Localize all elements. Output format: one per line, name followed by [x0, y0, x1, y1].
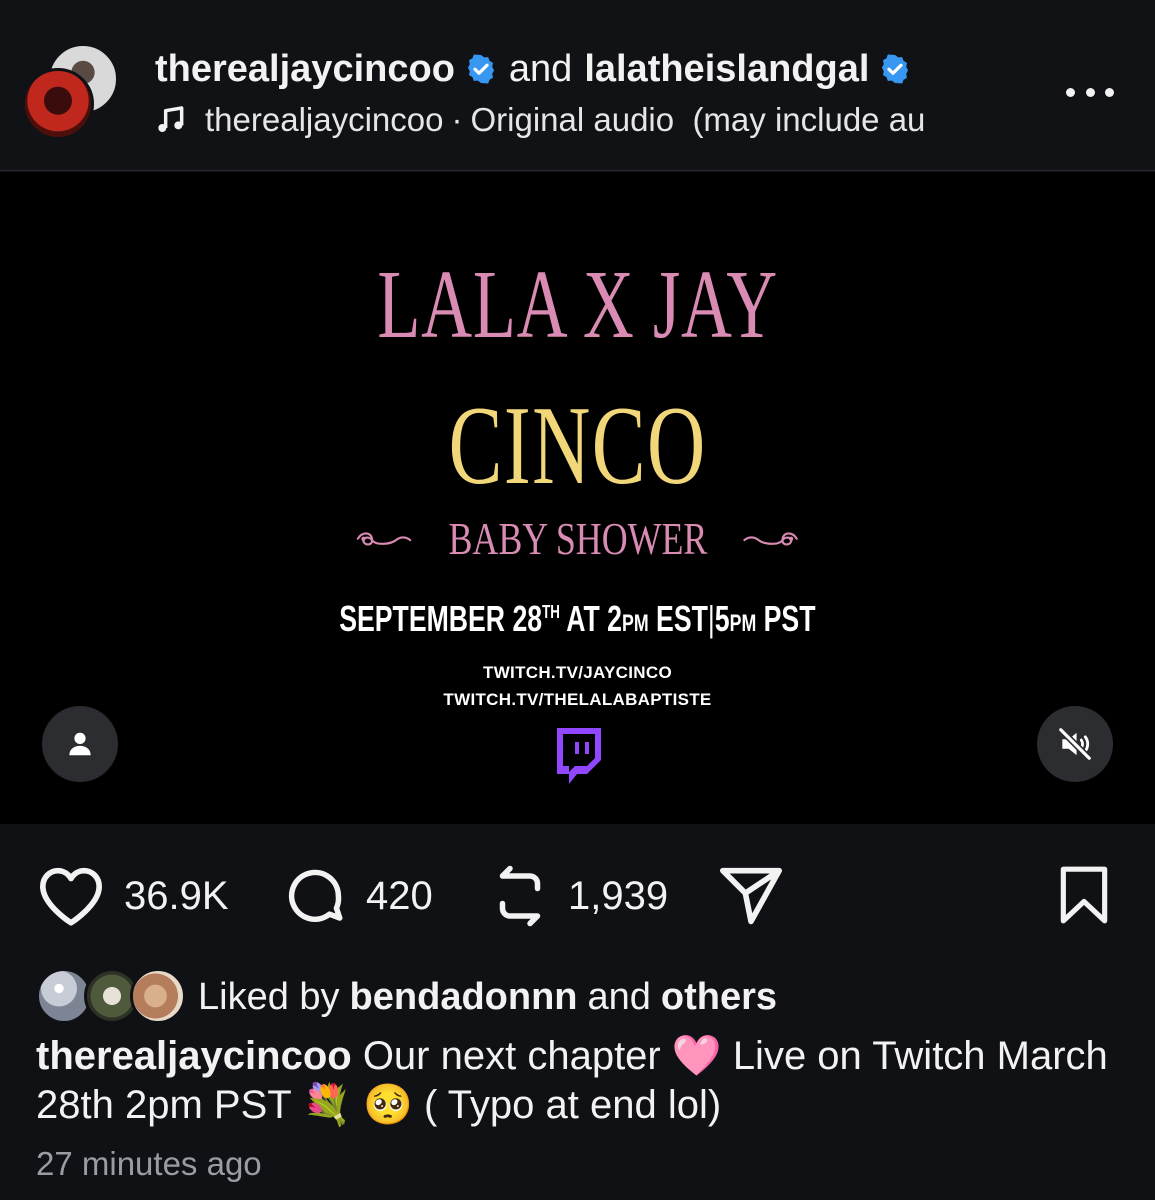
and-text: and [508, 47, 573, 90]
tagged-users-button[interactable] [42, 706, 118, 782]
comment-button[interactable]: 420 [282, 860, 433, 932]
dot [1066, 87, 1075, 97]
twitch-link-2: TWITCH.TV/THELALABAPTISTE [443, 690, 712, 709]
repost-icon [499, 865, 541, 927]
comment-count: 420 [366, 873, 433, 918]
audio-title: Original audio (may include au [470, 101, 926, 138]
audio-username: therealjaycincoo [205, 101, 444, 138]
date-month: SEPTEMBER 28 [339, 598, 543, 639]
speaker-muted-icon [1058, 727, 1092, 761]
header-divider [0, 170, 1155, 171]
liked-by-row[interactable]: Liked by bendadonnn and others [36, 966, 777, 1028]
twitch-link-1: TWITCH.TV/JAYCINCO [483, 663, 672, 682]
author-username[interactable]: therealjaycincoo [155, 48, 455, 91]
date-suffix: TH [542, 602, 560, 622]
date-5: 5 [714, 598, 730, 639]
like-count: 36.9K [124, 873, 229, 918]
liker-avatar [130, 968, 186, 1024]
like-button[interactable]: 36.9K [36, 860, 229, 932]
post-authors: therealjaycincoo and lalatheislandgal [155, 46, 923, 92]
caption-username[interactable]: therealjaycincoo [36, 1034, 352, 1078]
collaborator-username[interactable]: lalatheislandgal [584, 48, 869, 91]
verified-badge-icon [467, 54, 494, 84]
video-title-line2: CINCO [448, 384, 707, 508]
audio-attribution[interactable]: therealjaycincoo · Original audio (may i… [155, 100, 1027, 140]
post-header: therealjaycincoo and lalatheislandgal th… [0, 0, 1155, 170]
heart-icon [40, 867, 102, 926]
date-at: AT 2 [566, 598, 623, 639]
caption-text-3: ( Typo at end lol) [423, 1083, 722, 1127]
audio-separator: · [451, 101, 463, 138]
music-note-icon [158, 106, 184, 132]
liked-by-user[interactable]: bendadonnn [350, 976, 578, 1019]
flourish-left-icon [356, 532, 412, 546]
liked-by-others[interactable]: others [661, 976, 777, 1019]
mute-button[interactable] [1037, 706, 1113, 782]
date-pm2: PM [729, 610, 757, 637]
pink-heart-emoji: 🩷 [671, 1034, 722, 1078]
share-icon [719, 867, 782, 925]
liked-by-and: and [587, 975, 651, 1018]
date-pst: PST [763, 598, 816, 639]
share-button[interactable] [716, 860, 786, 932]
dot [1105, 87, 1114, 97]
verified-badge-icon [882, 54, 909, 84]
author-avatar[interactable] [22, 68, 94, 140]
date-est: EST [656, 598, 708, 639]
dot [1085, 87, 1095, 97]
more-options-icon[interactable] [1066, 80, 1114, 104]
repost-count: 1,939 [568, 873, 669, 918]
video-subtitle: BABY SHOWER [448, 512, 707, 564]
post-caption: therealjaycincoo Our next chapter 🩷 Live… [36, 1032, 1116, 1130]
video-date: SEPTEMBER 28TH AT 2PM EST|5PM PST [150, 598, 1005, 640]
subtitle-row: BABY SHOWER [355, 512, 800, 564]
liker-avatars [36, 966, 186, 1028]
pleading-face-emoji: 🥺 [363, 1083, 413, 1127]
bouquet-emoji: 💐 [302, 1083, 352, 1127]
video-title-line1: LALA X JAY [377, 251, 778, 359]
date-pm1: PM [622, 610, 649, 637]
comment-icon [288, 869, 343, 922]
user-icon [69, 732, 91, 756]
twitch-logo-icon [557, 728, 601, 784]
liked-by-prefix: Liked by [198, 975, 340, 1018]
repost-button[interactable]: 1,939 [490, 860, 668, 932]
flourish-right-icon [743, 532, 799, 546]
action-bar: 36.9K 420 1,939 [0, 860, 1155, 932]
bookmark-icon[interactable] [1056, 864, 1112, 926]
caption-text-1: Our next chapter [362, 1034, 661, 1078]
post-timestamp: 27 minutes ago [36, 1145, 262, 1182]
